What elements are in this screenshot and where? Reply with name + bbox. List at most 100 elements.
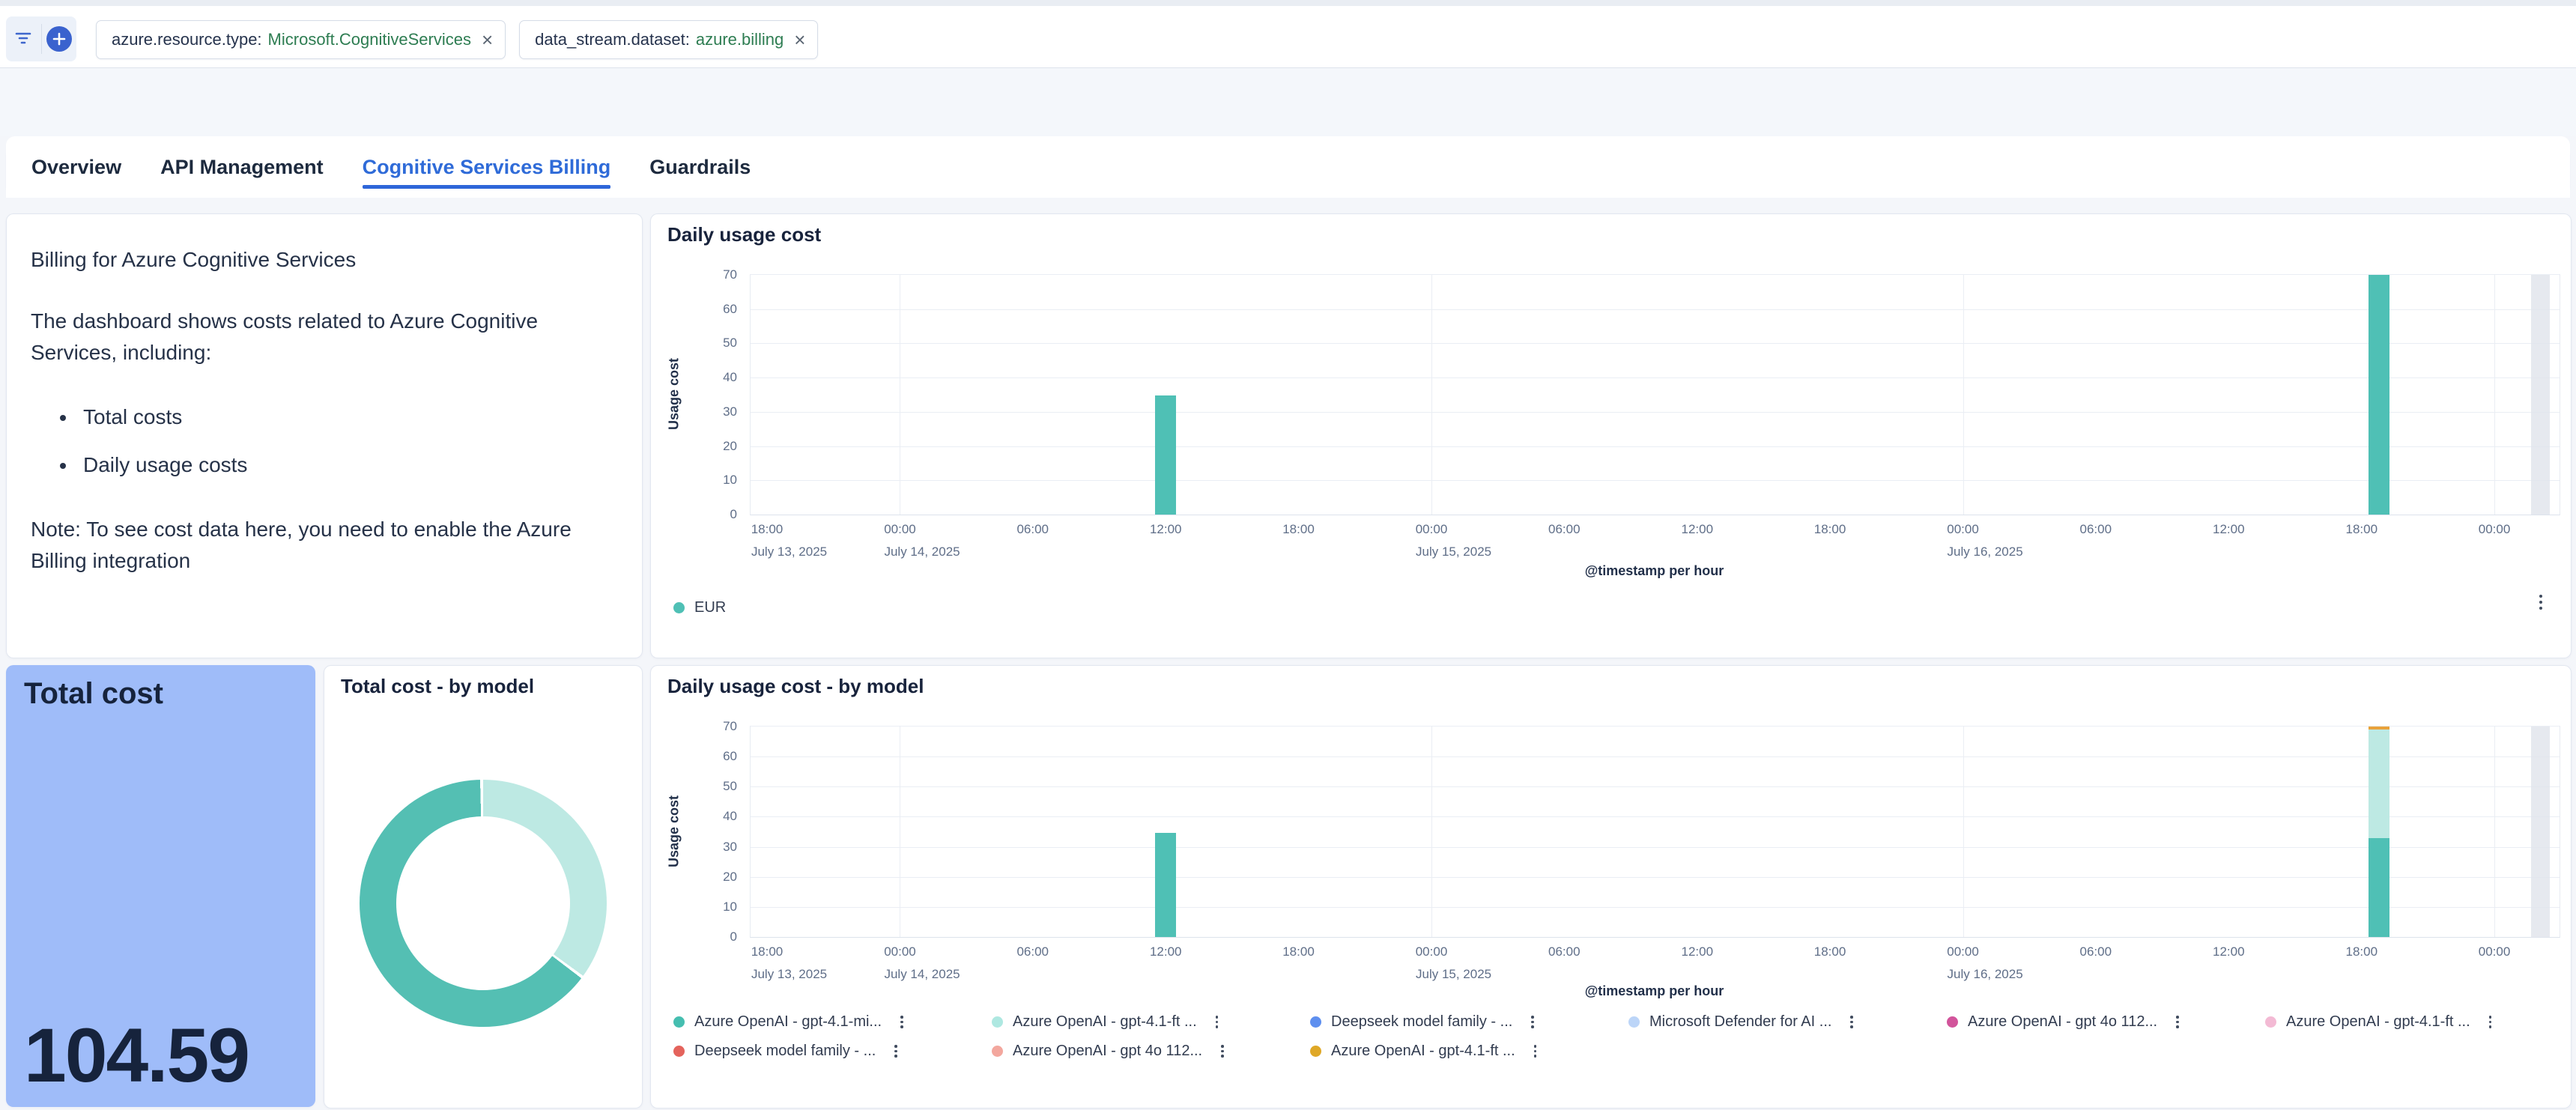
tab-guardrails[interactable]: Guardrails [649,136,751,198]
filter-bar: azure.resource.type:Microsoft.CognitiveS… [0,6,2576,67]
gridline-vertical [1963,275,1964,515]
y-axis-tick-label: 60 [692,302,737,317]
legend-item[interactable]: Azure OpenAI - gpt-4.1-ft ... [1310,1043,1628,1060]
x-axis-date-label: July 13, 2025 [751,967,827,982]
gridline-vertical [2494,727,2495,937]
tabs-strip: Overview API Management Cognitive Services… [6,136,2570,198]
markdown-panel: Billing for Azure Cognitive Services The… [6,213,643,658]
legend-options-icon[interactable] [1531,1016,1534,1028]
tab-cognitive-services-billing[interactable]: Cognitive Services Billing [363,136,611,198]
x-axis-date-label: July 16, 2025 [1948,545,2023,559]
x-axis-tick-label: 00:00 [2479,944,2511,959]
chart-legend: EUR [673,599,726,628]
x-axis-tick-label: 12:00 [1681,522,1713,537]
x-axis-tick-label: 00:00 [2479,522,2511,537]
legend-item[interactable]: Azure OpenAI - gpt 4o 112... [1947,1013,2265,1031]
filter-pill-value: azure.billing [696,30,784,49]
add-filter-button[interactable] [42,16,77,61]
gridline-horizontal [751,377,2560,378]
legend-item[interactable]: Deepseek model family - ... [1310,1013,1628,1031]
gridline-vertical [1963,727,1964,937]
gridline-vertical [1431,275,1432,515]
y-axis-tick-label: 70 [692,719,737,734]
markdown-bullet: Total costs [77,401,594,433]
gridline-horizontal [751,480,2560,481]
filter-pill[interactable]: azure.resource.type:Microsoft.CognitiveS… [96,20,506,59]
remove-filter-icon[interactable]: × [794,30,805,49]
legend-label: EUR [694,599,726,616]
daily-usage-cost-by-model-panel: Daily usage cost - by model Usage cost 0… [650,665,2572,1109]
legend-color-dot [1628,1016,1640,1028]
x-axis-date-label: July 15, 2025 [1416,967,1491,982]
tab-api-management[interactable]: API Management [160,136,324,198]
legend-options-icon[interactable] [2176,1016,2179,1028]
legend-item[interactable]: Azure OpenAI - gpt-4.1-mi... [673,1013,992,1031]
y-axis-tick-label: 30 [692,840,737,855]
y-axis-tick-label: 10 [692,473,737,488]
bar-segment[interactable] [2369,838,2389,937]
bar-segment[interactable] [1155,833,1176,937]
metric-title: Total cost [24,677,163,711]
legend-options-icon[interactable] [1216,1016,1219,1028]
gridline-horizontal [751,309,2560,310]
y-axis-tick-label: 10 [692,900,737,915]
bar-chart-plot[interactable]: 01020304050607018:00July 13, 202500:00Ju… [750,726,2560,938]
legend-color-dot [1310,1016,1321,1028]
x-axis-tick-label: 12:00 [2213,522,2245,537]
legend-label: Deepseek model family - ... [1331,1013,1512,1031]
x-axis-tick-label: 00:00 [1947,944,1979,959]
y-axis-tick-label: 50 [692,779,737,794]
x-axis-tick-label: 06:00 [1548,522,1581,537]
bar-segment[interactable] [2369,727,2389,730]
legend-item[interactable]: Deepseek model family - ... [673,1043,992,1060]
chart-legend: Azure OpenAI - gpt-4.1-mi...Azure OpenAI… [673,1013,2576,1072]
tab-overview[interactable]: Overview [31,136,121,198]
bar-chart-plot[interactable]: 01020304050607018:00July 13, 202500:00Ju… [750,274,2560,515]
legend-options-icon[interactable] [1850,1016,1853,1028]
filter-options-button[interactable] [6,16,41,61]
filter-pill-field: data_stream.dataset: [535,30,690,49]
x-axis-tick-label: 18:00 [2346,522,2378,537]
legend-label: Deepseek model family - ... [694,1043,876,1060]
x-axis-tick-label: 18:00 [1282,944,1315,959]
y-axis-tick-label: 20 [692,870,737,885]
filter-pill-field: azure.resource.type: [112,30,262,49]
y-axis-title: Usage cost [664,726,684,936]
legend-options-icon[interactable] [900,1016,903,1028]
legend-item[interactable]: Microsoft Defender for AI ... [1628,1013,1947,1031]
legend-item[interactable]: Azure OpenAI - gpt-4.1-ft ... [992,1013,1310,1031]
bar-segment[interactable] [2369,275,2389,515]
bar-segment[interactable] [1155,395,1176,515]
bar-segment[interactable] [2369,730,2389,838]
x-axis-tick-label: 12:00 [1150,944,1182,959]
partial-bucket-band [2531,275,2550,515]
y-axis-title: Usage cost [664,274,684,514]
gridline-vertical [2494,275,2495,515]
legend-row: Deepseek model family - ... Azure OpenAI … [673,1043,2576,1060]
legend-options-icon[interactable] [1534,1045,1537,1058]
legend-color-dot [1310,1046,1321,1057]
plus-icon [46,26,72,52]
legend-options-icon[interactable] [2489,1016,2492,1028]
legend-item[interactable]: EUR [673,599,726,616]
x-axis-tick-label: 12:00 [2213,944,2245,959]
donut-chart[interactable] [360,780,607,1027]
gridline-horizontal [751,786,2560,787]
legend-label: Azure OpenAI - gpt-4.1-ft ... [1331,1043,1515,1060]
markdown-bullet: Daily usage costs [77,449,594,481]
legend-options-icon[interactable] [1221,1045,1224,1058]
legend-options-icon[interactable] [894,1045,897,1058]
legend-item[interactable]: Azure OpenAI - gpt 4o 112... [992,1043,1310,1060]
y-axis-tick-label: 50 [692,336,737,351]
remove-filter-icon[interactable]: × [482,30,493,49]
chart-title: Daily usage cost [667,223,821,246]
tab-bar: Overview API Management Cognitive Services… [6,136,2570,198]
filter-pill[interactable]: data_stream.dataset: azure.billing × [519,20,818,59]
x-axis-tick-label: 18:00 [751,522,784,537]
chart-title: Daily usage cost - by model [667,675,924,698]
legend-item[interactable]: Azure OpenAI - gpt-4.1-ft ... [2265,1013,2576,1031]
legend-color-dot [673,1016,685,1028]
panel-options-icon[interactable] [2539,595,2542,610]
x-axis-tick-label: 00:00 [1416,522,1448,537]
markdown-note: Note: To see cost data here, you need to… [31,514,594,577]
